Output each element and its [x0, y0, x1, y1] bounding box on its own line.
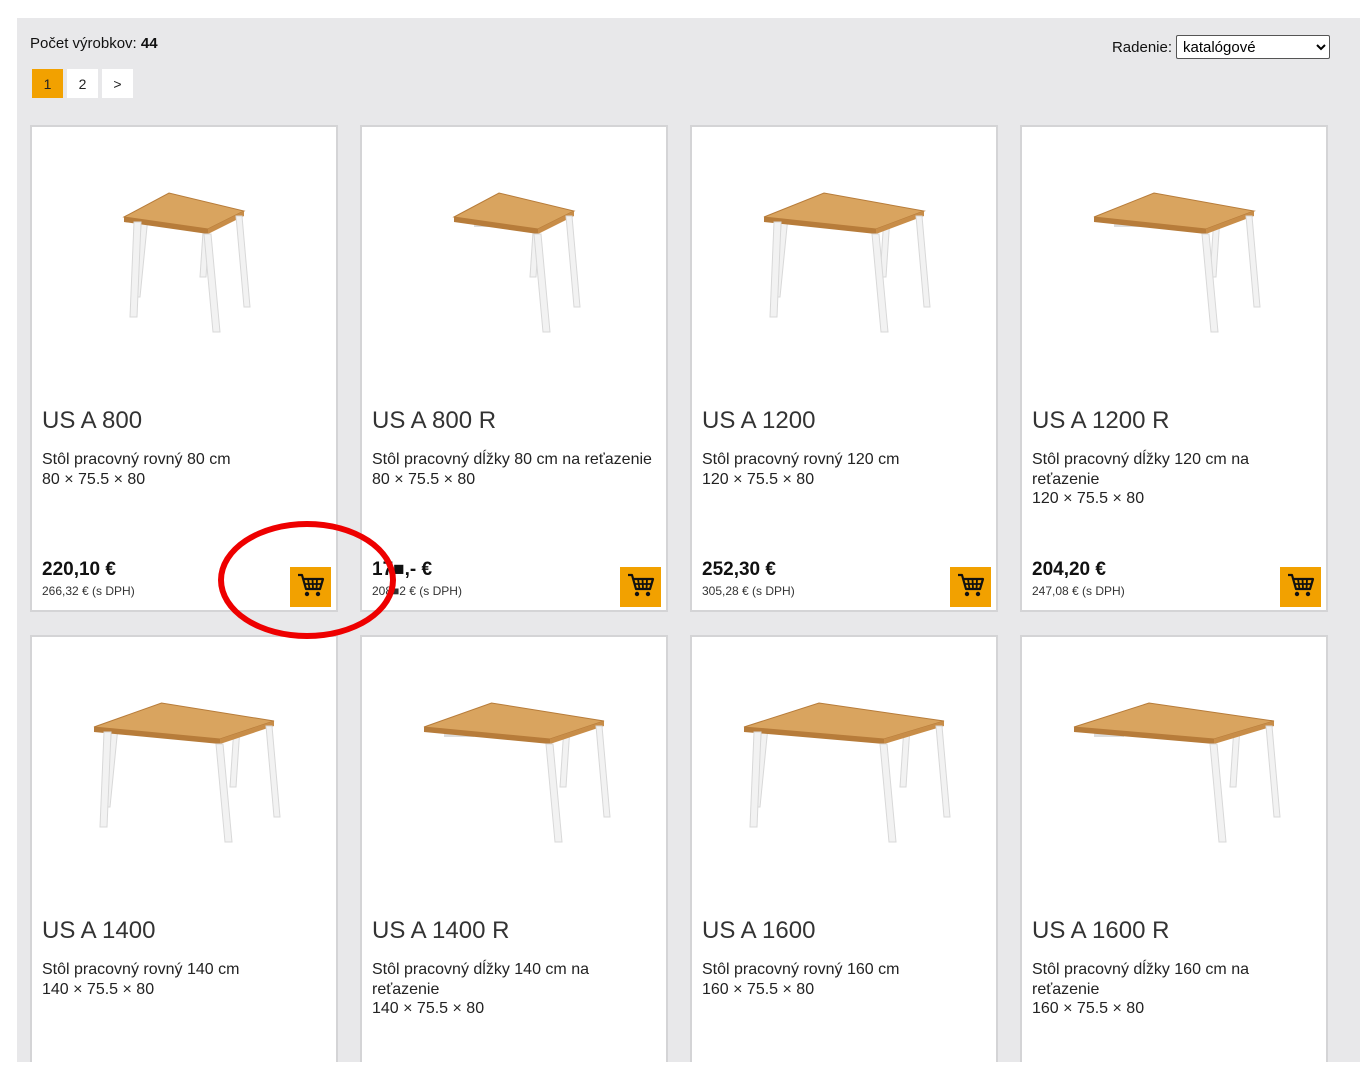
- product-price: 220,10 €: [42, 559, 116, 580]
- product-card[interactable]: US A 1200 R Stôl pracovný dĺžky 120 cm n…: [1020, 125, 1328, 612]
- product-description: Stôl pracovný rovný 140 cm 140 × 75.5 × …: [42, 960, 327, 999]
- shopping-cart-icon: [957, 572, 985, 603]
- product-name[interactable]: US A 1200: [702, 407, 815, 435]
- product-price-vat: 247,08 € (s DPH): [1032, 584, 1125, 598]
- desk-illustration: [122, 192, 251, 333]
- desk-illustration: [1073, 702, 1281, 843]
- product-image[interactable]: [1022, 637, 1326, 907]
- product-desc-text: Stôl pracovný dĺžky 140 cm na reťazenie: [372, 961, 589, 998]
- sort-select[interactable]: katalógové: [1176, 35, 1330, 59]
- product-description: Stôl pracovný dĺžky 140 cm na reťazenie …: [372, 960, 657, 1019]
- product-card[interactable]: US A 1600 R Stôl pracovný dĺžky 160 cm n…: [1020, 635, 1328, 1062]
- product-price: 204,20 €: [1032, 559, 1106, 580]
- product-description: Stôl pracovný dĺžky 160 cm na reťazenie …: [1032, 960, 1317, 1019]
- product-dimensions: 160 × 75.5 × 80: [702, 980, 815, 998]
- product-dimensions: 120 × 75.5 × 80: [702, 470, 815, 488]
- product-description: Stôl pracovný dĺžky 80 cm na reťazenie 8…: [372, 450, 657, 489]
- add-to-cart-button[interactable]: [950, 567, 991, 607]
- product-price: 252,30 €: [702, 559, 776, 580]
- product-image[interactable]: [32, 637, 336, 907]
- product-dimensions: 80 × 75.5 × 80: [42, 470, 146, 488]
- product-description: Stôl pracovný rovný 120 cm 120 × 75.5 × …: [702, 450, 987, 489]
- product-desc-text: Stôl pracovný dĺžky 160 cm na reťazenie: [1032, 961, 1249, 998]
- product-description: Stôl pracovný rovný 80 cm 80 × 75.5 × 80: [42, 450, 327, 489]
- desk-illustration: [743, 702, 951, 843]
- product-desc-text: Stôl pracovný rovný 80 cm: [42, 451, 231, 468]
- desk-illustration: [452, 192, 581, 333]
- product-desc-text: Stôl pracovný dĺžky 120 cm na reťazenie: [1032, 451, 1249, 488]
- product-image[interactable]: [362, 637, 666, 907]
- product-count-label: Počet výrobkov:: [30, 35, 137, 52]
- product-price-vat: 208■2 € (s DPH): [372, 584, 462, 598]
- product-image[interactable]: [1022, 127, 1326, 397]
- page-1-button[interactable]: 1: [32, 69, 63, 98]
- product-dimensions: 160 × 75.5 × 80: [1032, 1000, 1145, 1017]
- product-card[interactable]: US A 1400 Stôl pracovný rovný 140 cm 140…: [30, 635, 338, 1062]
- shopping-cart-icon: [627, 572, 655, 603]
- product-description: Stôl pracovný rovný 160 cm 160 × 75.5 × …: [702, 960, 987, 999]
- shopping-cart-icon: [1287, 572, 1315, 603]
- product-card[interactable]: US A 1600 Stôl pracovný rovný 160 cm 160…: [690, 635, 998, 1062]
- desk-illustration: [93, 702, 281, 843]
- desk-illustration: [1093, 192, 1261, 333]
- product-image[interactable]: [32, 127, 336, 397]
- product-card[interactable]: US A 1400 R Stôl pracovný dĺžky 140 cm n…: [360, 635, 668, 1062]
- product-dimensions: 80 × 75.5 × 80: [372, 470, 476, 488]
- product-desc-text: Stôl pracovný rovný 160 cm: [702, 961, 900, 978]
- product-listing-page: Počet výrobkov: 44 Radenie: katalógové 1…: [17, 18, 1360, 1062]
- product-image[interactable]: [692, 637, 996, 907]
- product-price-vat: 266,32 € (s DPH): [42, 584, 135, 598]
- product-name[interactable]: US A 1400: [42, 917, 155, 945]
- product-image[interactable]: [692, 127, 996, 397]
- add-to-cart-button[interactable]: [1280, 567, 1321, 607]
- add-to-cart-button[interactable]: [620, 567, 661, 607]
- product-grid: US A 800 Stôl pracovný rovný 80 cm 80 × …: [30, 125, 1328, 1062]
- product-name[interactable]: US A 800 R: [372, 407, 496, 435]
- desk-illustration: [423, 702, 611, 843]
- product-description: Stôl pracovný dĺžky 120 cm na reťazenie …: [1032, 450, 1317, 509]
- product-card[interactable]: US A 800 R Stôl pracovný dĺžky 80 cm na …: [360, 125, 668, 612]
- product-price-vat: 305,28 € (s DPH): [702, 584, 795, 598]
- product-desc-text: Stôl pracovný rovný 120 cm: [702, 451, 900, 468]
- sort-label: Radenie:: [1111, 38, 1172, 56]
- sort-control: Radenie: katalógové: [1112, 35, 1330, 59]
- product-count: Počet výrobkov: 44: [30, 35, 158, 52]
- page-2-button[interactable]: 2: [67, 69, 98, 98]
- product-card[interactable]: US A 1200 Stôl pracovný rovný 120 cm 120…: [690, 125, 998, 612]
- product-name[interactable]: US A 1400 R: [372, 917, 509, 945]
- product-name[interactable]: US A 1600 R: [1032, 917, 1169, 945]
- next-page-button[interactable]: >: [102, 69, 133, 98]
- product-dimensions: 120 × 75.5 × 80: [1032, 490, 1145, 507]
- product-name[interactable]: US A 800: [42, 407, 142, 435]
- desk-illustration: [763, 192, 931, 333]
- add-to-cart-button[interactable]: [290, 567, 331, 607]
- product-price: 17■,- €: [372, 559, 433, 580]
- product-name[interactable]: US A 1600: [702, 917, 815, 945]
- pagination: 1 2 >: [32, 69, 133, 98]
- product-dimensions: 140 × 75.5 × 80: [42, 980, 155, 998]
- shopping-cart-icon: [297, 572, 325, 603]
- product-card[interactable]: US A 800 Stôl pracovný rovný 80 cm 80 × …: [30, 125, 338, 612]
- product-desc-text: Stôl pracovný dĺžky 80 cm na reťazenie: [372, 451, 652, 468]
- product-desc-text: Stôl pracovný rovný 140 cm: [42, 961, 240, 978]
- product-name[interactable]: US A 1200 R: [1032, 407, 1169, 435]
- product-dimensions: 140 × 75.5 × 80: [372, 1000, 485, 1017]
- product-image[interactable]: [362, 127, 666, 397]
- product-count-value: 44: [140, 35, 158, 52]
